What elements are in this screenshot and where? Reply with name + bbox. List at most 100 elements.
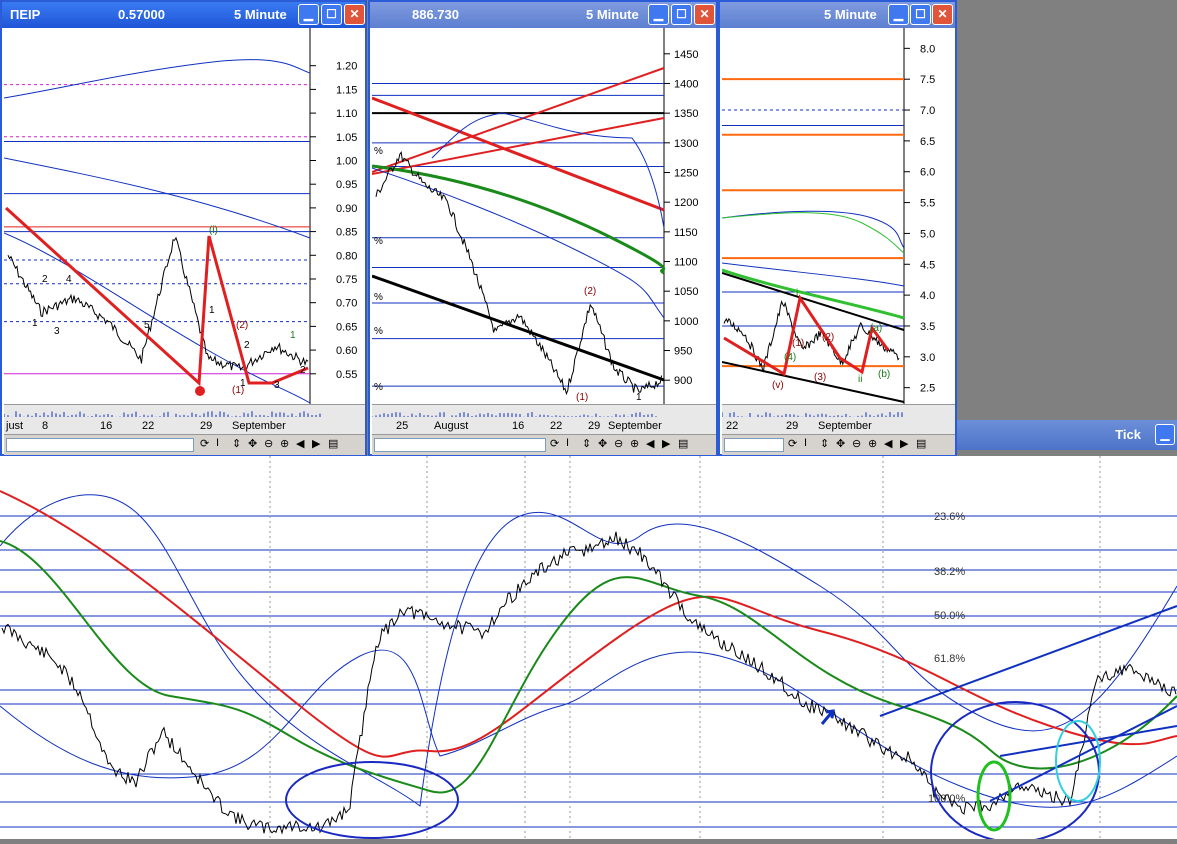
zoom-in-icon[interactable]: ⊕ [280,437,289,450]
toolbar: ⟳ I ⇕ ✥ ⊖ ⊕ ◀ ▶ ▤ [4,434,365,455]
prev-icon[interactable]: ◀ [646,437,654,450]
price-line [7,236,309,371]
menu-icon[interactable]: ▤ [328,437,338,450]
cursor-icon[interactable]: I [804,437,807,449]
prev-icon[interactable]: ◀ [296,437,304,450]
x-tick-label: 22 [142,420,154,432]
x-tick-label: September [232,420,286,432]
chart-window-3: 5 Minute ▁ ☐ ✕ 8.0 7.5 7.0 6.5 6.0 5.5 5.0 4.5 4… [718,0,957,456]
wave-label: 1 [636,392,642,403]
y-tick-label: 1300 [674,138,698,150]
zoom-in-icon[interactable]: ⊕ [868,437,877,450]
price-label: 886.730 [412,7,459,22]
title-bar[interactable]: 886.730 5 Minute ▁ ☐ ✕ [370,2,716,28]
move-icon[interactable]: ✥ [836,437,845,450]
y-tick-label: 0.80 [336,250,357,262]
zoom-out-icon[interactable]: ⊖ [852,437,861,450]
menu-icon[interactable]: ▤ [678,437,688,450]
x-tick-label: 16 [100,420,112,432]
chart-window-2: 886.730 5 Minute ▁ ☐ ✕ 1450 1400 1350 1300 1… [368,0,718,456]
refresh-icon[interactable]: ⟳ [200,437,209,450]
vertical-zoom-icon[interactable]: ⇕ [820,437,829,450]
maximize-button[interactable]: ☐ [910,4,931,25]
y-tick-label: 0.95 [336,179,357,191]
x-tick-label: 22 [550,420,562,432]
fib-label: 38.2% [934,566,965,578]
fib-label: 23.6% [934,511,965,523]
next-icon[interactable]: ▶ [900,437,908,450]
y-tick-label: 7.5 [920,74,935,86]
refresh-icon[interactable]: ⟳ [788,437,797,450]
x-tick-label: 8 [42,420,48,432]
minimize-button[interactable]: ▁ [1155,424,1175,445]
y-tick-label: 6.5 [920,136,935,148]
cursor-icon[interactable]: I [216,437,219,449]
wave-label: (1) [576,392,588,403]
y-tick-label: 0.55 [336,369,357,381]
lower-band [0,649,1177,808]
prev-icon[interactable]: ◀ [884,437,892,450]
cursor-icon[interactable]: I [566,437,569,449]
title-bar[interactable]: 5 Minute ▁ ☐ ✕ [720,2,955,28]
menu-icon[interactable]: ▤ [916,437,926,450]
wave-label: 1 [32,318,38,329]
move-icon[interactable]: ✥ [248,437,257,450]
plot-area[interactable]: 1450 1400 1350 1300 1250 1200 1150 1100 1050 1000… [371,28,716,404]
y-tick-label: 1050 [674,286,698,298]
wave-label: (3) [814,372,826,383]
pct-label: % [374,146,383,157]
close-button[interactable]: ✕ [344,4,365,25]
y-tick-label: 1200 [674,197,698,209]
zoom-out-icon[interactable]: ⊖ [614,437,623,450]
x-axis: 25 August 16 22 29 September [371,404,716,435]
interval-label: 5 Minute [234,7,287,22]
plot-area[interactable]: 1.20 1.15 1.10 1.05 1.00 0.95 0.90 0.85 0.80 0.75… [3,28,365,404]
green-band [721,212,905,254]
y-tick-label: 4.0 [920,290,935,302]
tick-chart[interactable]: 23.6% 38.2% 50.0% 61.8% 100.0% [0,456,1177,843]
y-tick-label: 0.75 [336,274,357,286]
minimize-button[interactable]: ▁ [648,4,669,25]
maximize-button[interactable]: ☐ [671,4,692,25]
close-button[interactable]: ✕ [932,4,953,25]
tick-window-titlebar[interactable]: Tick ▁ [957,420,1177,450]
y-tick-label: 1000 [674,316,698,328]
wave-label: 2 [244,340,250,351]
move-icon[interactable]: ✥ [598,437,607,450]
wave-label: (1) [792,338,804,349]
plot-area[interactable]: 8.0 7.5 7.0 6.5 6.0 5.5 5.0 4.5 4.0 3.5 3.0 2.5 (v) i… [721,28,955,404]
minimize-button[interactable]: ▁ [298,4,319,25]
vertical-zoom-icon[interactable]: ⇕ [582,437,591,450]
wave-label: (4) [784,352,796,363]
wave-label: (2) [236,320,248,331]
scrollbar[interactable] [6,438,194,452]
y-tick-label: 1150 [674,227,698,239]
scrollbar[interactable] [724,438,784,452]
empty-workspace [957,0,1177,420]
zoom-in-icon[interactable]: ⊕ [630,437,639,450]
wave-label: 5 [144,320,150,331]
upper-band [0,494,1177,807]
symbol-label: ΠΕΙΡ [10,7,41,22]
minimize-button[interactable]: ▁ [888,4,909,25]
close-button[interactable]: ✕ [694,4,715,25]
price-line [375,151,663,396]
x-tick-label: September [608,420,662,432]
next-icon[interactable]: ▶ [312,437,320,450]
refresh-icon[interactable]: ⟳ [550,437,559,450]
title-bar[interactable]: ΠΕΙΡ 0.57000 5 Minute ▁ ☐ ✕ [2,2,365,28]
x-axis: 22 29 September [721,404,955,435]
scrollbar[interactable] [374,438,546,452]
upper-band [3,59,311,99]
maximize-button[interactable]: ☐ [321,4,342,25]
y-tick-label: 5.5 [920,198,935,210]
wave-label: 2 [300,365,306,376]
wave-label: 2 [42,274,48,285]
next-icon[interactable]: ▶ [662,437,670,450]
price-label: 0.57000 [118,7,165,22]
y-tick-label: 3.0 [920,352,935,364]
wave-label: (a) [870,323,882,334]
zoom-out-icon[interactable]: ⊖ [264,437,273,450]
vertical-zoom-icon[interactable]: ⇕ [232,437,241,450]
x-tick-label: 25 [396,420,408,432]
